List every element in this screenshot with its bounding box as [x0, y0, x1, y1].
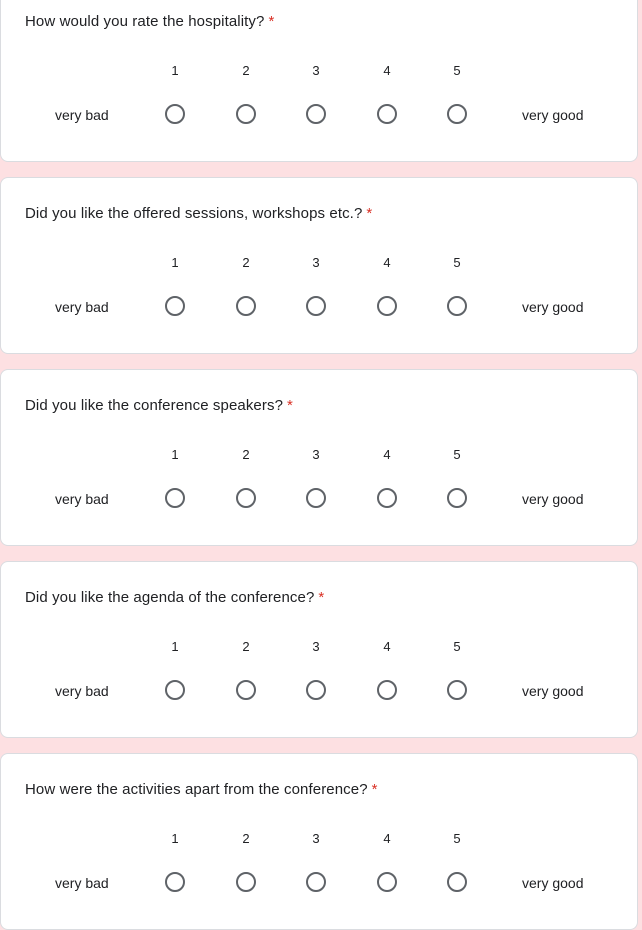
scale-number-4: 4: [383, 63, 391, 78]
question-card-activities: How were the activities apart from the c…: [0, 753, 638, 930]
radio-option-2[interactable]: [236, 680, 256, 700]
question-card-speakers: Did you like the conference speakers? * 1…: [0, 369, 638, 546]
scale-low-label: very bad: [55, 875, 109, 891]
radio-option-5[interactable]: [447, 488, 467, 508]
radio-option-4[interactable]: [377, 680, 397, 700]
question-text: Did you like the conference speakers?: [25, 397, 284, 414]
scale-number-1: 1: [171, 639, 179, 654]
scale-number-4: 4: [383, 831, 391, 846]
radio-option-3[interactable]: [306, 104, 326, 124]
radio-option-2[interactable]: [236, 104, 256, 124]
radio-option-1[interactable]: [165, 680, 185, 700]
radio-option-4[interactable]: [377, 488, 397, 508]
question-title: How would you rate the hospitality? *: [25, 12, 274, 32]
scale-number-2: 2: [242, 447, 250, 462]
question-card-sessions: Did you like the offered sessions, works…: [0, 177, 638, 354]
question-card-agenda: Did you like the agenda of the conferenc…: [0, 561, 638, 738]
radio-option-4[interactable]: [377, 872, 397, 892]
radio-option-5[interactable]: [447, 296, 467, 316]
scale-number-4: 4: [383, 255, 391, 270]
radio-option-3[interactable]: [306, 488, 326, 508]
question-title: How were the activities apart from the c…: [25, 780, 378, 800]
scale-number-3: 3: [312, 63, 320, 78]
radio-option-2[interactable]: [236, 296, 256, 316]
scale-number-3: 3: [312, 447, 320, 462]
scale-number-1: 1: [171, 447, 179, 462]
radio-option-2[interactable]: [236, 488, 256, 508]
radio-option-5[interactable]: [447, 104, 467, 124]
scale-number-5: 5: [453, 255, 461, 270]
question-text: How were the activities apart from the c…: [25, 781, 368, 798]
scale-number-5: 5: [453, 63, 461, 78]
question-title: Did you like the agenda of the conferenc…: [25, 588, 324, 608]
radio-option-3[interactable]: [306, 296, 326, 316]
scale-high-label: very good: [522, 107, 584, 123]
required-asterisk: *: [287, 397, 293, 414]
scale-low-label: very bad: [55, 683, 109, 699]
scale-number-5: 5: [453, 639, 461, 654]
scale-low-label: very bad: [55, 491, 109, 507]
scale-high-label: very good: [522, 491, 584, 507]
required-asterisk: *: [268, 13, 275, 30]
scale-number-3: 3: [312, 639, 320, 654]
required-asterisk: *: [366, 205, 373, 222]
scale-number-1: 1: [171, 831, 179, 846]
scale-number-5: 5: [453, 447, 461, 462]
radio-option-1[interactable]: [165, 104, 185, 124]
required-asterisk: *: [318, 589, 325, 606]
question-text: Did you like the agenda of the conferenc…: [25, 589, 315, 606]
radio-option-3[interactable]: [306, 872, 326, 892]
question-title: Did you like the offered sessions, works…: [25, 204, 372, 224]
scale-low-label: very bad: [55, 107, 109, 123]
scale-number-2: 2: [242, 831, 250, 846]
scale-low-label: very bad: [55, 299, 109, 315]
scale-number-5: 5: [453, 831, 461, 846]
radio-option-4[interactable]: [377, 296, 397, 316]
radio-option-1[interactable]: [165, 296, 185, 316]
required-asterisk: *: [371, 781, 378, 798]
radio-option-5[interactable]: [447, 872, 467, 892]
scale-number-3: 3: [312, 255, 320, 270]
scale-number-2: 2: [242, 63, 250, 78]
radio-option-1[interactable]: [165, 872, 185, 892]
radio-option-1[interactable]: [165, 488, 185, 508]
scale-number-4: 4: [383, 639, 391, 654]
scale-number-3: 3: [312, 831, 320, 846]
scale-number-4: 4: [383, 447, 391, 462]
radio-option-3[interactable]: [306, 680, 326, 700]
question-text: Did you like the offered sessions, works…: [25, 205, 363, 222]
scale-number-2: 2: [242, 639, 250, 654]
radio-option-5[interactable]: [447, 680, 467, 700]
scale-number-2: 2: [242, 255, 250, 270]
question-title: Did you like the conference speakers? *: [25, 396, 293, 416]
scale-high-label: very good: [522, 875, 584, 891]
radio-option-4[interactable]: [377, 104, 397, 124]
scale-number-1: 1: [171, 63, 179, 78]
scale-number-1: 1: [171, 255, 179, 270]
scale-high-label: very good: [522, 683, 584, 699]
question-text: How would you rate the hospitality?: [25, 13, 265, 30]
scale-high-label: very good: [522, 299, 584, 315]
radio-option-2[interactable]: [236, 872, 256, 892]
question-card-hospitality: How would you rate the hospitality? * 1 2…: [0, 0, 638, 162]
